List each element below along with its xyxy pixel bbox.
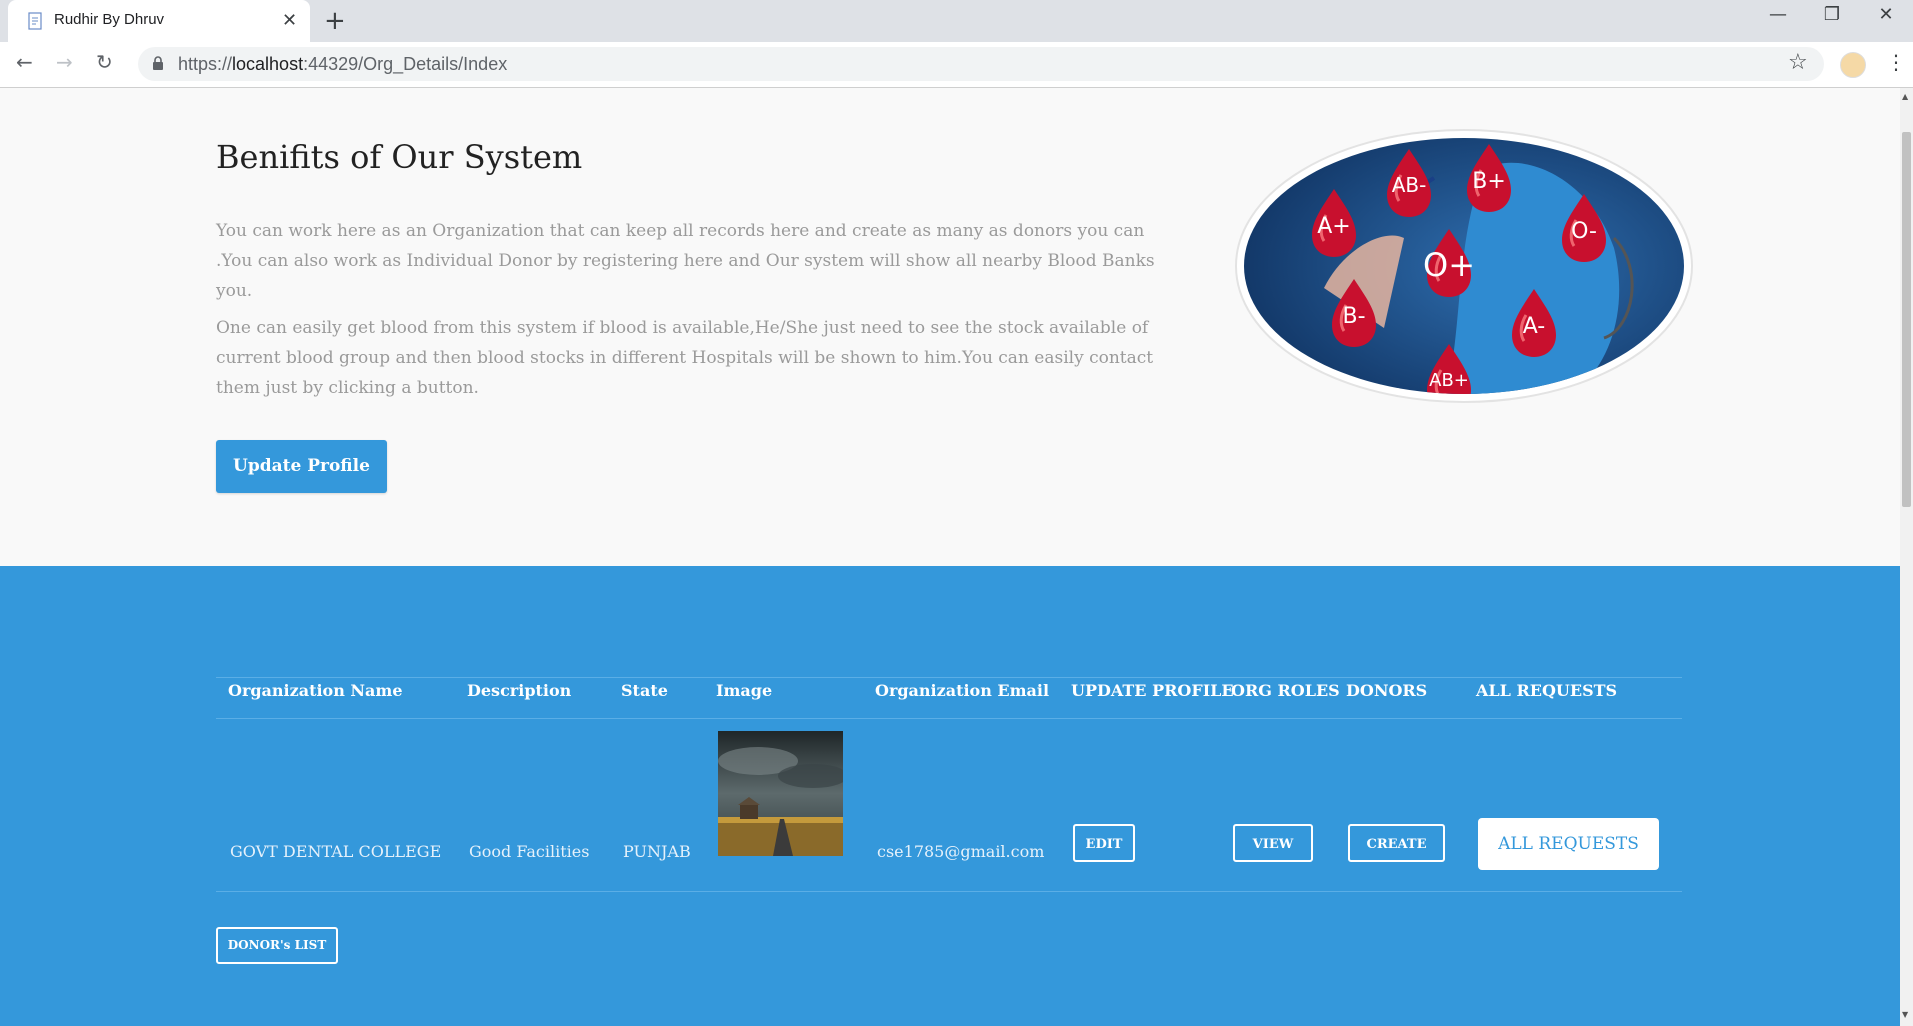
- browser-tab[interactable]: Rudhir By Dhruv ✕: [8, 0, 310, 42]
- blood-group-label: AB-: [1392, 173, 1427, 197]
- all-requests-button[interactable]: ALL REQUESTS: [1478, 818, 1659, 870]
- forward-icon[interactable]: →: [56, 50, 73, 74]
- reload-icon[interactable]: ↻: [96, 50, 113, 74]
- col-image: Image: [716, 681, 773, 700]
- create-donor-button[interactable]: CREATE: [1348, 824, 1445, 862]
- tab-bar: Rudhir By Dhruv ✕ + — ❐ ✕: [0, 0, 1913, 42]
- blood-group-label: B-: [1342, 304, 1365, 329]
- scroll-up-icon[interactable]: ▲: [1902, 92, 1908, 101]
- document-icon: [28, 12, 42, 30]
- benefits-paragraph-2: One can easily get blood from this syste…: [216, 318, 1154, 398]
- blood-group-label: B+: [1472, 169, 1506, 194]
- vertical-scrollbar[interactable]: ▲ ▼: [1900, 88, 1913, 1026]
- browser-chrome: Rudhir By Dhruv ✕ + — ❐ ✕ ← → ↻ https://…: [0, 0, 1913, 88]
- restore-icon[interactable]: ❐: [1812, 4, 1852, 25]
- menu-icon[interactable]: ⋮: [1886, 50, 1906, 74]
- scroll-down-icon[interactable]: ▼: [1902, 1010, 1908, 1019]
- new-tab-icon[interactable]: +: [324, 6, 346, 36]
- page-viewport: Benifits of Our System You can work here…: [0, 88, 1900, 1026]
- blood-group-label: O+: [1423, 246, 1475, 284]
- col-description: Description: [467, 681, 572, 700]
- minimize-icon[interactable]: —: [1758, 4, 1798, 25]
- col-update-profile: UPDATE PROFILE: [1071, 681, 1234, 700]
- donors-list-button[interactable]: DONOR's LIST: [216, 927, 338, 964]
- blood-drops-image: AB- B+ A+ O- O+ B- A- AB+: [1235, 129, 1693, 403]
- table-header: Organization Name Description State Imag…: [216, 677, 1682, 719]
- col-email: Organization Email: [875, 681, 1050, 700]
- blood-group-label: A+: [1317, 214, 1350, 239]
- col-org-roles: ORG ROLES: [1231, 681, 1340, 700]
- email-cell: cse1785@gmail.com: [877, 842, 1045, 861]
- edit-button[interactable]: EDIT: [1073, 824, 1135, 862]
- col-donors: DONORS: [1346, 681, 1428, 700]
- benefits-paragraph-1: You can work here as an Organization tha…: [216, 221, 1155, 301]
- tab-title: Rudhir By Dhruv: [54, 11, 165, 28]
- benefits-title: Benifits of Our System: [216, 138, 583, 176]
- close-tab-icon[interactable]: ✕: [282, 10, 297, 31]
- col-state: State: [621, 681, 668, 700]
- back-icon[interactable]: ←: [16, 50, 33, 74]
- col-all-requests: ALL REQUESTS: [1476, 681, 1618, 700]
- state-cell: PUNJAB: [623, 842, 691, 861]
- close-window-icon[interactable]: ✕: [1866, 4, 1906, 25]
- url-text: https://localhost:44329/Org_Details/Inde…: [178, 54, 508, 74]
- bookmark-star-icon[interactable]: ☆: [1788, 50, 1808, 75]
- blood-group-label: O-: [1571, 219, 1597, 244]
- profile-avatar[interactable]: [1840, 52, 1866, 78]
- blood-group-label: AB+: [1429, 370, 1469, 391]
- col-org-name: Organization Name: [228, 681, 403, 700]
- org-name-cell: GOVT DENTAL COLLEGE: [230, 842, 442, 861]
- description-cell: Good Facilities: [469, 842, 590, 861]
- update-profile-button[interactable]: Update Profile: [216, 440, 387, 493]
- scrollbar-thumb[interactable]: [1902, 132, 1911, 507]
- organization-image: [718, 731, 843, 856]
- view-roles-button[interactable]: VIEW: [1233, 824, 1313, 862]
- lock-icon: [153, 56, 163, 70]
- blood-group-label: A-: [1523, 314, 1546, 339]
- benefits-section: Benifits of Our System You can work here…: [0, 88, 1900, 566]
- table-row: GOVT DENTAL COLLEGE Good Facilities PUNJ…: [216, 717, 1682, 892]
- address-bar[interactable]: https://localhost:44329/Org_Details/Inde…: [138, 47, 1824, 81]
